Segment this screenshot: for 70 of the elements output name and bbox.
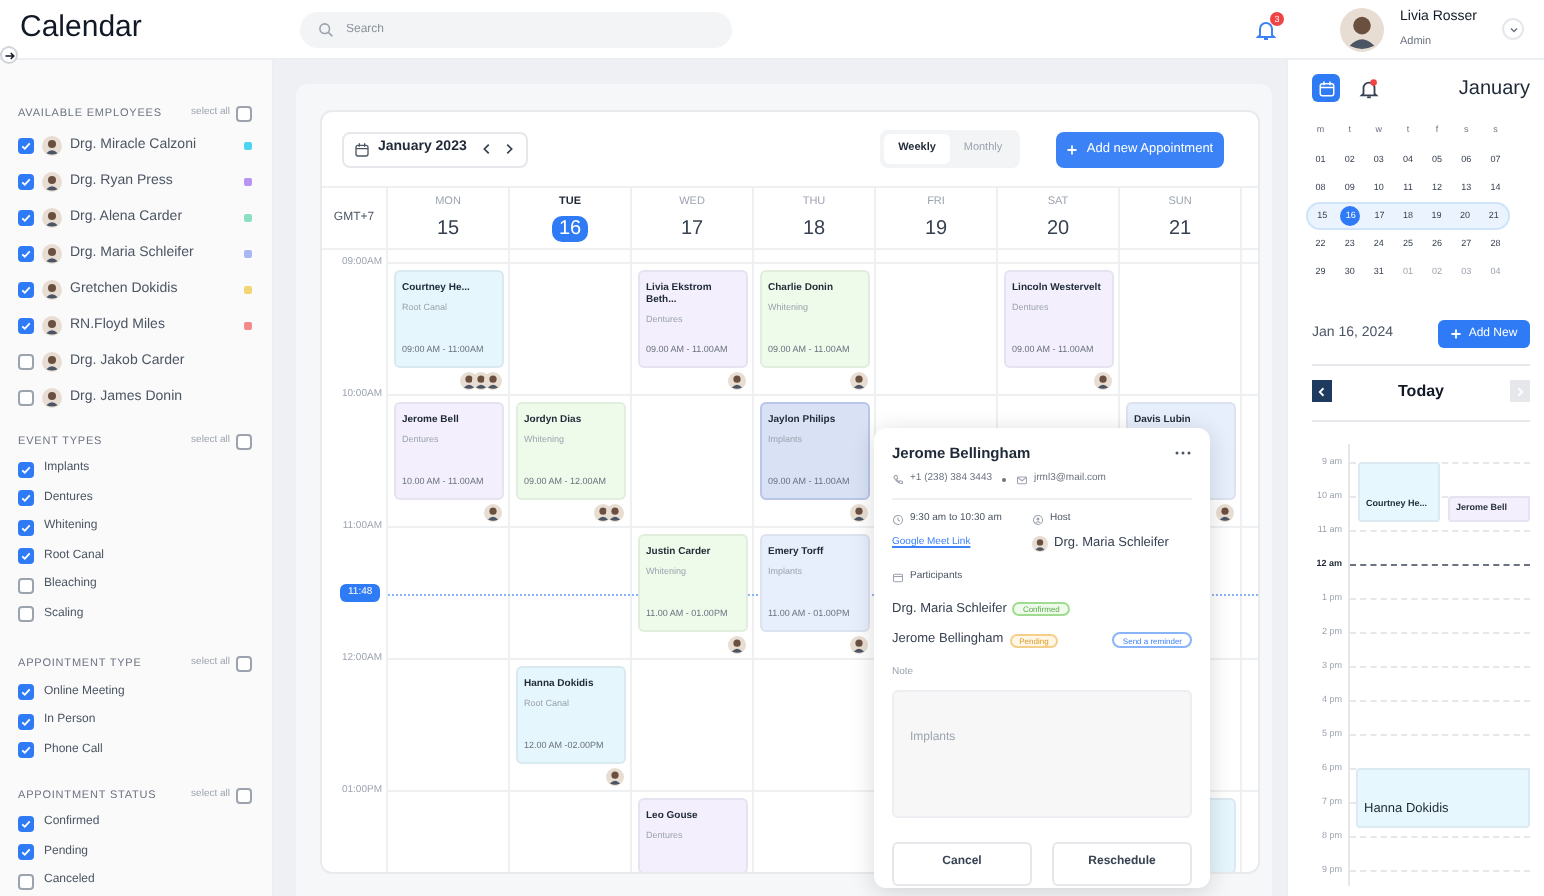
- checkbox[interactable]: [18, 684, 34, 700]
- avatar: [1032, 536, 1048, 553]
- avatar: [728, 636, 746, 654]
- mail-icon: [1016, 474, 1029, 486]
- next-icon[interactable]: [502, 142, 517, 156]
- checkbox[interactable]: [18, 354, 34, 371]
- checkbox[interactable]: [18, 713, 34, 729]
- avatar: [1094, 372, 1112, 390]
- arrow-icon: [3, 49, 15, 61]
- avatar: [484, 504, 502, 522]
- chevron-right-icon: [1514, 385, 1526, 397]
- collapse-button[interactable]: [0, 46, 18, 64]
- checkbox[interactable]: [18, 282, 34, 299]
- avatar: [606, 504, 624, 522]
- checkbox[interactable]: [18, 844, 34, 861]
- previous-button[interactable]: [1312, 380, 1332, 402]
- avatar: [42, 244, 62, 265]
- avatar: [42, 172, 62, 193]
- avatar: [850, 504, 868, 522]
- checkbox[interactable]: [18, 174, 34, 191]
- checkbox[interactable]: [18, 490, 34, 507]
- person-icon: [1032, 513, 1044, 525]
- avatar: [42, 208, 62, 229]
- avatar: [606, 768, 624, 786]
- calendar-icon: [1317, 79, 1335, 97]
- checkbox[interactable]: [18, 606, 34, 623]
- avatar: [1216, 504, 1234, 522]
- checkbox[interactable]: [18, 548, 34, 565]
- checkbox[interactable]: [18, 519, 34, 536]
- avatar: [42, 280, 62, 301]
- calendar-icon: [354, 141, 370, 157]
- checkbox[interactable]: [18, 742, 34, 758]
- avatar: [1340, 7, 1384, 51]
- app-title: Calendar: [18, 8, 144, 49]
- avatar: [484, 372, 502, 390]
- search-icon: [318, 21, 334, 37]
- plus-icon: [1450, 328, 1463, 340]
- checkbox[interactable]: [18, 246, 34, 263]
- avatar: [42, 352, 62, 373]
- plus-icon: [1066, 143, 1079, 155]
- avatar: [42, 388, 62, 409]
- chevron-left-icon: [1316, 385, 1328, 397]
- calendar-button[interactable]: [1312, 74, 1340, 102]
- checkbox[interactable]: [236, 433, 252, 450]
- checkbox[interactable]: [18, 873, 34, 890]
- avatar: [850, 372, 868, 390]
- chevron-down-icon: [1507, 23, 1519, 35]
- previous-icon[interactable]: [480, 142, 495, 156]
- checkbox[interactable]: [18, 390, 34, 407]
- day-title: Today: [1396, 379, 1446, 403]
- checkbox[interactable]: [18, 318, 34, 335]
- checkbox[interactable]: [18, 577, 34, 594]
- checkbox[interactable]: [18, 210, 34, 227]
- more-icon[interactable]: [1174, 450, 1192, 457]
- month-title: January: [1458, 75, 1530, 103]
- avatar: [42, 136, 62, 157]
- checkbox[interactable]: [236, 105, 252, 122]
- checkbox[interactable]: [236, 656, 252, 673]
- checkbox[interactable]: [18, 138, 34, 155]
- avatar: [728, 372, 746, 390]
- bell-icon[interactable]: [1358, 77, 1380, 99]
- avatar: [42, 316, 62, 337]
- checkbox[interactable]: [18, 815, 34, 832]
- phone-icon: [892, 474, 904, 486]
- calendar-icon: [892, 571, 904, 584]
- checkbox[interactable]: [18, 461, 34, 478]
- avatar: [850, 636, 868, 654]
- clock-icon: [892, 513, 904, 525]
- dropdown-button[interactable]: [1502, 18, 1524, 40]
- checkbox[interactable]: [236, 787, 252, 804]
